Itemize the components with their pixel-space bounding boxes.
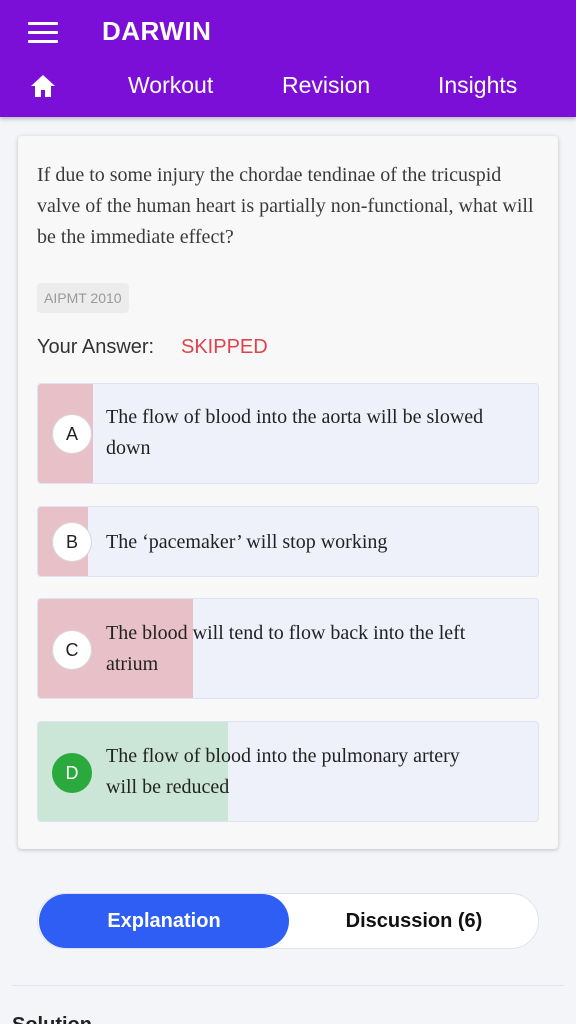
option-letter-badge: C	[52, 630, 92, 670]
solution-heading: Solution	[12, 1014, 92, 1024]
app-header: DARWIN Workout Revision Insights	[0, 0, 576, 117]
tab-explanation[interactable]: Explanation	[39, 894, 289, 948]
exam-tag: AIPMT 2010	[37, 283, 129, 313]
option-text: The ‘pacemaker’ will stop working	[106, 531, 388, 553]
home-icon[interactable]	[30, 74, 56, 98]
option-text: The flow of blood into the pulmonary art…	[106, 745, 460, 798]
your-answer-status: SKIPPED	[181, 336, 268, 358]
option-letter-badge: A	[52, 414, 92, 454]
tab-switcher: Explanation Discussion (6)	[37, 893, 539, 949]
option-text: The flow of blood into the aorta will be…	[106, 406, 484, 459]
app-title: DARWIN	[102, 16, 212, 46]
option-c[interactable]: C The blood will tend to flow back into …	[37, 598, 539, 699]
nav-insights[interactable]: Insights	[438, 72, 517, 99]
question-text: If due to some injury the chordae tendin…	[37, 164, 534, 248]
option-text: The blood will tend to flow back into th…	[106, 622, 466, 675]
your-answer-label: Your Answer:	[37, 336, 155, 358]
tab-discussion[interactable]: Discussion (6)	[290, 894, 538, 948]
solution-tabs-section: Explanation Discussion (6) Solution	[0, 866, 576, 1024]
option-b[interactable]: B The ‘pacemaker’ will stop working	[37, 506, 539, 577]
nav-revision[interactable]: Revision	[282, 72, 370, 99]
option-letter-badge: B	[52, 522, 92, 562]
option-d[interactable]: D The flow of blood into the pulmonary a…	[37, 721, 539, 822]
option-letter-badge: D	[52, 753, 92, 793]
question-card: If due to some injury the chordae tendin…	[18, 136, 558, 849]
nav-workout[interactable]: Workout	[128, 72, 213, 99]
hamburger-menu-icon[interactable]	[28, 22, 58, 44]
divider	[12, 985, 564, 986]
option-a[interactable]: A The flow of blood into the aorta will …	[37, 383, 539, 484]
